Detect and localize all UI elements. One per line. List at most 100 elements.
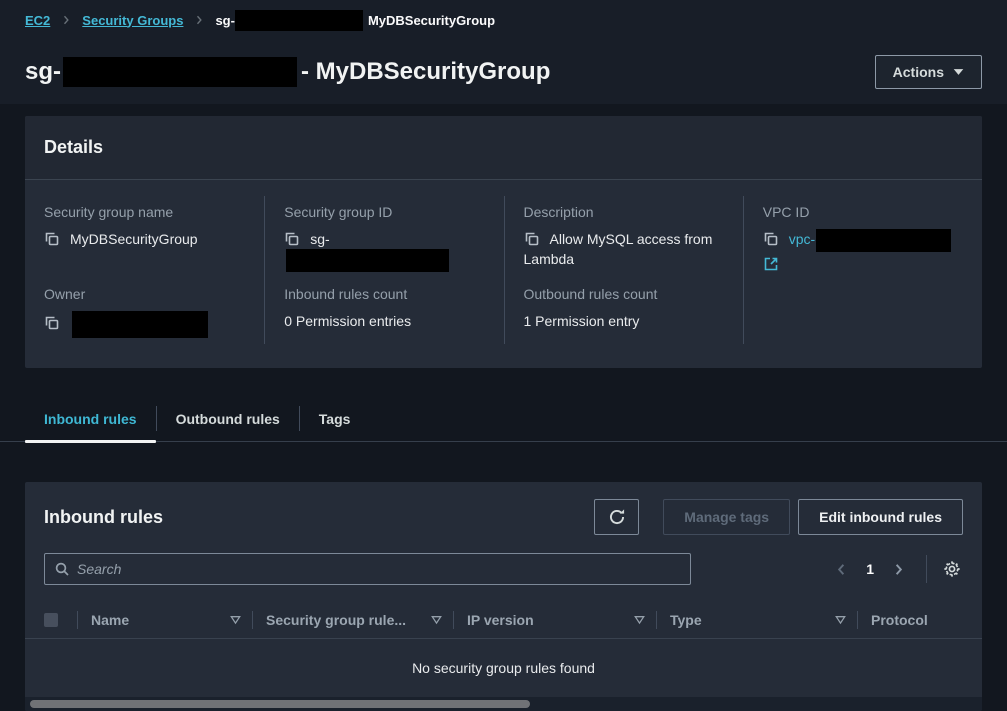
manage-tags-button[interactable]: Manage tags (663, 499, 790, 535)
field-outbound-rules-count: Outbound rules count 1 Permission entry (504, 278, 743, 344)
security-group-name-value: MyDBSecurityGroup (70, 231, 198, 247)
details-title: Details (44, 137, 963, 158)
field-label: Security group ID (284, 204, 484, 220)
copy-icon[interactable] (44, 315, 60, 331)
field-label: Owner (44, 286, 245, 302)
page-number[interactable]: 1 (866, 561, 874, 577)
inbound-rules-panel-header: Inbound rules Manage tags Edit inbound r… (25, 482, 982, 546)
inbound-rules-panel-title: Inbound rules (44, 507, 163, 528)
pagination: 1 (830, 555, 963, 583)
refresh-icon (608, 508, 626, 526)
page-title: sg- - MyDBSecurityGroup (25, 57, 550, 87)
redacted-owner-id (72, 311, 208, 338)
breadcrumb: EC2 Security Groups sg- MyDBSecurityGrou… (25, 0, 982, 40)
column-label: Security group rule... (266, 612, 406, 628)
column-header-name[interactable]: Name (78, 601, 252, 638)
column-label: Type (670, 612, 702, 628)
field-value: sg- (284, 229, 484, 272)
field-value: 1 Permission entry (524, 311, 724, 331)
outbound-rules-count-value: 1 Permission entry (524, 313, 640, 329)
title-row: sg- - MyDBSecurityGroup Actions (25, 40, 982, 104)
breadcrumb-sg-prefix: sg- (215, 13, 235, 28)
filter-caret-icon[interactable] (634, 615, 645, 625)
breadcrumb-ec2-link[interactable]: EC2 (25, 13, 50, 28)
breadcrumb-current-item: sg- MyDBSecurityGroup (215, 10, 495, 31)
redacted-security-group-id (63, 57, 297, 87)
copy-icon[interactable] (763, 231, 779, 247)
field-value: Allow MySQL access from Lambda (524, 229, 724, 269)
empty-state-message: No security group rules found (25, 639, 982, 697)
breadcrumb-chevron-icon (60, 14, 72, 26)
title-sg-prefix: sg- (25, 58, 61, 86)
field-empty (743, 278, 982, 344)
column-label: Protocol (871, 612, 928, 628)
field-label: Inbound rules count (284, 286, 484, 302)
tab-label: Tags (319, 411, 351, 427)
field-owner: Owner (25, 278, 264, 344)
actions-button[interactable]: Actions (875, 55, 982, 89)
field-label: Outbound rules count (524, 286, 724, 302)
field-vpc-id: VPC ID vpc- (743, 196, 982, 278)
vpc-id-link[interactable]: vpc- (789, 231, 815, 247)
inbound-rules-count-value: 0 Permission entries (284, 313, 411, 329)
field-security-group-name: Security group name MyDBSecurityGroup (25, 196, 264, 278)
copy-icon[interactable] (44, 231, 60, 247)
redacted-vpc-id (816, 229, 951, 252)
refresh-button[interactable] (594, 499, 639, 535)
previous-page-button[interactable] (830, 558, 853, 581)
copy-icon[interactable] (524, 231, 540, 247)
column-header-protocol[interactable]: Protocol (858, 601, 982, 638)
search-input[interactable] (77, 561, 681, 577)
horizontal-scrollbar-thumb[interactable] (30, 700, 530, 708)
column-header-security-group-rule[interactable]: Security group rule... (253, 601, 453, 638)
toolbar-divider (926, 555, 927, 583)
gear-icon (943, 560, 961, 578)
field-label: Security group name (44, 204, 245, 220)
caret-down-icon (953, 68, 964, 76)
details-grid: Security group name MyDBSecurityGroup Se… (25, 180, 982, 368)
search-icon (54, 561, 70, 577)
tab-label: Outbound rules (176, 411, 280, 427)
breadcrumb-chevron-icon (193, 14, 205, 26)
column-header-type[interactable]: Type (657, 601, 857, 638)
column-label: IP version (467, 612, 534, 628)
tab-outbound-rules[interactable]: Outbound rules (157, 396, 299, 441)
filter-caret-icon[interactable] (835, 615, 846, 625)
actions-button-label: Actions (893, 64, 944, 80)
filter-caret-icon[interactable] (431, 615, 442, 625)
copy-icon[interactable] (284, 231, 300, 247)
details-card-header: Details (25, 116, 982, 180)
inbound-rules-panel: Inbound rules Manage tags Edit inbound r… (25, 482, 982, 711)
column-header-ip-version[interactable]: IP version (454, 601, 656, 638)
filter-caret-icon[interactable] (230, 615, 241, 625)
field-security-group-id: Security group ID sg- (264, 196, 503, 278)
preferences-gear-button[interactable] (941, 558, 963, 580)
search-box[interactable] (44, 553, 691, 585)
page-header: EC2 Security Groups sg- MyDBSecurityGrou… (0, 0, 1007, 104)
next-page-button[interactable] (887, 558, 910, 581)
redacted-security-group-id (286, 249, 449, 272)
field-value (44, 311, 245, 338)
field-value: MyDBSecurityGroup (44, 229, 245, 249)
edit-inbound-rules-button[interactable]: Edit inbound rules (798, 499, 963, 535)
breadcrumb-security-groups-link[interactable]: Security Groups (82, 13, 183, 28)
field-inbound-rules-count: Inbound rules count 0 Permission entries (264, 278, 503, 344)
field-value: 0 Permission entries (284, 311, 484, 331)
tab-tags[interactable]: Tags (300, 396, 370, 441)
column-label: Name (91, 612, 129, 628)
panel-actions: Manage tags Edit inbound rules (594, 499, 963, 535)
title-sg-name: - MyDBSecurityGroup (301, 58, 550, 86)
redacted-security-group-id (235, 10, 363, 31)
breadcrumb-sg-name: MyDBSecurityGroup (368, 13, 495, 28)
external-link-icon[interactable] (763, 256, 963, 272)
tab-bar: Inbound rules Outbound rules Tags (0, 396, 1007, 442)
select-all-checkbox[interactable] (44, 613, 58, 627)
horizontal-scrollbar[interactable] (25, 697, 982, 711)
description-value: Allow MySQL access from Lambda (524, 231, 713, 267)
security-group-id-value: sg- (310, 231, 329, 247)
field-label: Description (524, 204, 724, 220)
tab-inbound-rules[interactable]: Inbound rules (25, 396, 156, 441)
details-card: Details Security group name MyDBSecurity… (25, 116, 982, 368)
table-header-row: Name Security group rule... IP version T… (25, 601, 982, 639)
field-description: Description Allow MySQL access from Lamb… (504, 196, 743, 278)
